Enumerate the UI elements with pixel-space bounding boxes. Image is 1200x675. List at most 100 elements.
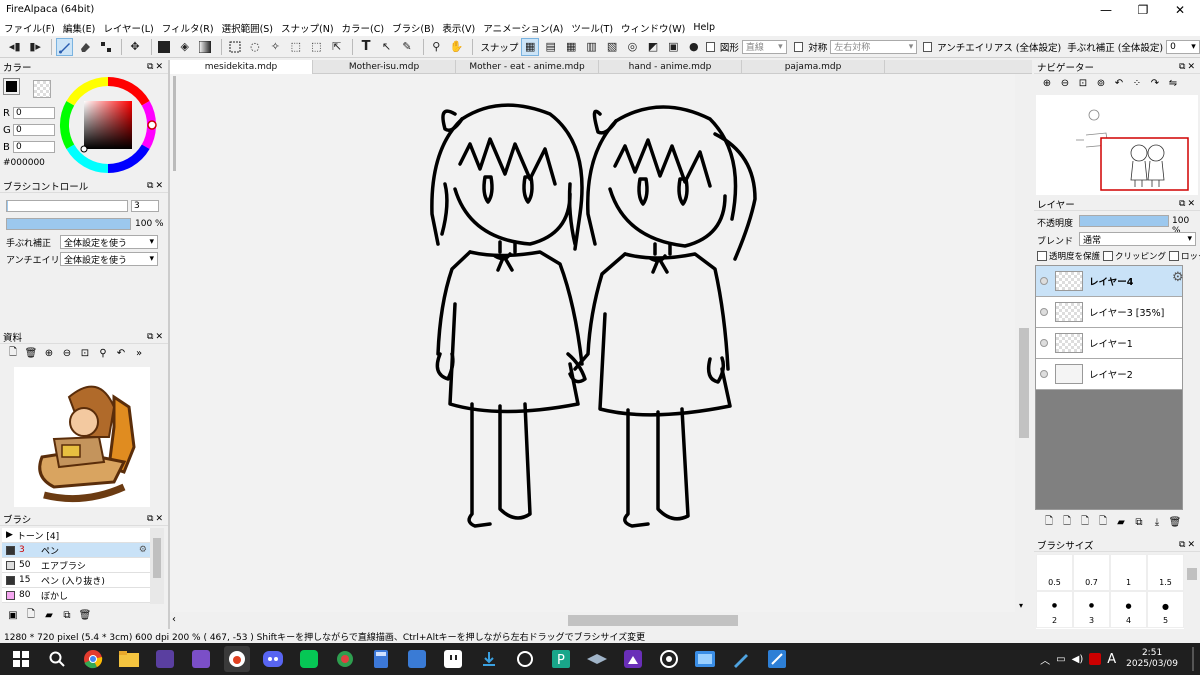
snap-dot-icon[interactable]: ● xyxy=(685,38,702,56)
transform-tool-icon[interactable]: ⇱ xyxy=(328,38,345,56)
next-icon[interactable]: ▮▸ xyxy=(26,38,43,56)
show-desktop-button[interactable] xyxy=(1192,647,1194,671)
stabilizer-select[interactable]: 0 ▾ xyxy=(1166,39,1200,54)
snap-circle-icon[interactable]: ◎ xyxy=(624,38,641,56)
menu-help[interactable]: Help xyxy=(693,22,715,33)
vpn-icon[interactable] xyxy=(332,646,358,672)
brush-item[interactable]: 80 ぼかし xyxy=(2,588,150,603)
antialias-checkbox[interactable] xyxy=(922,41,933,52)
dot-tool-icon[interactable] xyxy=(97,38,114,56)
color-wheel[interactable] xyxy=(58,75,158,175)
magic-wand-icon[interactable]: ✧ xyxy=(267,38,284,56)
close-button[interactable]: ✕ xyxy=(1162,0,1198,19)
brush-settings-icon[interactable]: ▣ xyxy=(4,610,22,621)
brush-size-cell[interactable]: ● 2 xyxy=(1036,591,1073,628)
panel-controls-icon[interactable]: ⧉✕ xyxy=(1179,540,1197,550)
brush-size-cell[interactable]: 0.5 xyxy=(1036,554,1073,591)
eye-icon[interactable] xyxy=(1040,339,1048,347)
menu-layer[interactable]: レイヤー(L) xyxy=(103,21,153,35)
snap-curve-icon[interactable]: ◩ xyxy=(644,38,661,56)
new-material-icon[interactable]: 🗋 xyxy=(4,345,22,362)
panel-controls-icon[interactable]: ⧉✕ xyxy=(147,62,165,72)
snap-radial-icon[interactable]: ▧ xyxy=(603,38,620,56)
network-icon[interactable]: ▭ xyxy=(1056,654,1065,665)
nav-rotate-left-icon[interactable]: ↶ xyxy=(1110,78,1128,89)
hand-tool-icon[interactable]: ✋ xyxy=(448,38,465,56)
calculator-icon[interactable] xyxy=(368,646,394,672)
brush-size-cell[interactable]: 1.5 xyxy=(1147,554,1184,591)
delete-brush-icon[interactable]: 🗑 xyxy=(76,610,94,621)
gear-icon[interactable]: ⚙ xyxy=(139,545,147,555)
layer-list-scrollbar[interactable] xyxy=(1184,265,1200,510)
brush-size-cell[interactable]: ● 3 xyxy=(1073,591,1110,628)
blender-icon[interactable] xyxy=(764,646,790,672)
text-tool-icon[interactable]: T xyxy=(357,38,374,56)
zoom-out-icon[interactable]: ⊖ xyxy=(58,348,76,359)
b-input[interactable]: 0 xyxy=(13,141,55,153)
nav-rotate-right-icon[interactable]: ↷ xyxy=(1146,78,1164,89)
p-app-icon[interactable]: P xyxy=(548,646,574,672)
layers-app-icon[interactable] xyxy=(584,646,610,672)
snap-vanish-icon[interactable]: ▥ xyxy=(583,38,600,56)
menu-animation[interactable]: アニメーション(A) xyxy=(483,21,563,35)
drawing-canvas[interactable] xyxy=(170,74,1015,612)
media-app-icon[interactable] xyxy=(620,646,646,672)
snap-parallel-icon[interactable]: ▤ xyxy=(542,38,559,56)
menu-file[interactable]: ファイル(F) xyxy=(4,21,55,35)
brush-size-cell[interactable]: ● 4 xyxy=(1110,591,1147,628)
menu-window[interactable]: ウィンドウ(W) xyxy=(621,21,685,35)
app-icon[interactable] xyxy=(404,646,430,672)
nav-reset-icon[interactable]: ⁘ xyxy=(1128,78,1146,89)
layer-folder-icon[interactable]: ▰ xyxy=(1112,517,1130,528)
duplicate-brush-icon[interactable]: ⧉ xyxy=(58,610,76,621)
brush-antialias-select[interactable]: 全体設定を使う ▾ xyxy=(60,252,158,266)
firealpaca-icon[interactable] xyxy=(224,646,250,672)
brush-tool-icon[interactable] xyxy=(55,37,74,56)
canvas-horizontal-scrollbar[interactable]: ‹ xyxy=(170,612,1015,629)
snap-off-icon[interactable]: ▦ xyxy=(521,37,539,56)
clip-studio-icon[interactable] xyxy=(152,646,178,672)
download-app-icon[interactable] xyxy=(476,646,502,672)
brush-item[interactable]: 50 エアブラシ xyxy=(2,558,150,573)
snap-cross-icon[interactable]: ▦ xyxy=(562,38,579,56)
security-icon[interactable] xyxy=(1089,653,1102,665)
merge-down-icon[interactable]: ⤓ xyxy=(1148,517,1166,528)
eyedropper-icon[interactable]: ⚲ xyxy=(428,38,445,56)
select-pen-icon[interactable]: ⬚ xyxy=(287,38,304,56)
select-rect-icon[interactable] xyxy=(226,38,243,56)
eye-icon[interactable] xyxy=(1040,277,1048,285)
tab-mesidekita[interactable]: mesidekita.mdp xyxy=(170,60,313,74)
menu-color[interactable]: カラー(C) xyxy=(342,21,385,35)
chevron-up-icon[interactable]: ︿ xyxy=(1040,652,1050,667)
eye-icon[interactable] xyxy=(1040,370,1048,378)
panel-controls-icon[interactable]: ⧉✕ xyxy=(147,332,165,342)
brush-size-slider[interactable] xyxy=(6,200,128,212)
ime-indicator[interactable]: A xyxy=(1107,652,1116,667)
zoom-in-icon[interactable]: ⊕ xyxy=(40,348,58,359)
delete-layer-icon[interactable]: 🗑 xyxy=(1166,517,1184,528)
brush-size-cell[interactable]: 1 xyxy=(1110,554,1147,591)
rotate-icon[interactable]: ↶ xyxy=(112,348,130,359)
paint-app-icon[interactable] xyxy=(728,646,754,672)
new-8bit-layer-icon[interactable]: 🗋 xyxy=(1058,514,1076,531)
eyedropper-icon[interactable]: ⚲ xyxy=(94,348,112,359)
shape-checkbox[interactable] xyxy=(705,41,715,52)
remote-app-icon[interactable] xyxy=(692,646,718,672)
select-eraser-icon[interactable]: ⬚ xyxy=(308,38,325,56)
nav-zoom-in-icon[interactable]: ⊕ xyxy=(1038,78,1056,89)
panel-controls-icon[interactable]: ⧉✕ xyxy=(1179,62,1197,72)
layer-row[interactable]: レイヤー3 [35%] xyxy=(1036,297,1182,328)
new-tone-layer-icon[interactable]: 🗋 xyxy=(1094,514,1112,531)
lock-checkbox[interactable] xyxy=(1169,251,1180,261)
brush-stabilizer-select[interactable]: 全体設定を使う ▾ xyxy=(60,235,158,249)
bucket-tool-icon[interactable]: ◈ xyxy=(176,38,193,56)
g-input[interactable]: 0 xyxy=(13,124,55,136)
move-tool-icon[interactable]: ✥ xyxy=(126,38,143,56)
symmetry-select[interactable]: 左右対称 ▾ xyxy=(830,39,918,54)
layer-opacity-slider[interactable] xyxy=(1079,215,1169,227)
line-icon[interactable] xyxy=(296,646,322,672)
blend-select[interactable]: 通常 ▾ xyxy=(1079,232,1196,246)
link-app-icon[interactable] xyxy=(512,646,538,672)
eye-icon[interactable] xyxy=(1040,308,1048,316)
panel-controls-icon[interactable]: ⧉✕ xyxy=(147,514,165,524)
